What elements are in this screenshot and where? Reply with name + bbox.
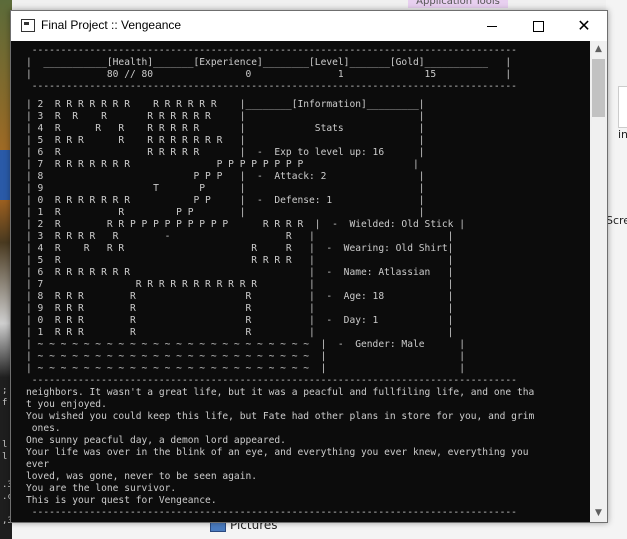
scroll-up-button[interactable]: ▲ bbox=[590, 41, 607, 58]
minimize-button[interactable] bbox=[469, 11, 515, 41]
console-app-icon bbox=[21, 19, 35, 32]
file-label[interactable]: intr bbox=[618, 128, 627, 141]
scrollbar-thumb[interactable] bbox=[592, 59, 605, 117]
story-line: ever bbox=[26, 459, 50, 470]
application-tools-tab[interactable]: Application Tools bbox=[408, 0, 508, 8]
code-text: f bbox=[2, 398, 8, 408]
map-row: | ~ ~ ~ ~ ~ ~ ~ ~ ~ ~ ~ ~ ~ ~ ~ ~ ~ ~ ~ … bbox=[26, 351, 465, 362]
map-row: | 5 R R R R R R R R R R R | | bbox=[26, 135, 425, 146]
status-line: | 80 // 80 0 1 15 | bbox=[26, 69, 512, 80]
code-text: l bbox=[2, 440, 8, 450]
code-text: l bbox=[2, 452, 8, 462]
maximize-icon bbox=[532, 20, 544, 32]
story-line: You are the lone survivor. bbox=[26, 483, 177, 494]
map-row: | 6 R R R R R R | - Exp to level up: 16 … bbox=[26, 147, 425, 158]
background-explorer-ribbon: Application Tools bbox=[0, 0, 627, 10]
map-row: | 9 R R R R R | | bbox=[26, 303, 454, 314]
console-output[interactable]: ----------------------------------------… bbox=[11, 41, 590, 522]
maximize-button[interactable] bbox=[515, 11, 561, 41]
close-button[interactable]: ✕ bbox=[561, 11, 607, 41]
map-row: | 2 R R R P P P P P P P P P R R R R | - … bbox=[26, 219, 465, 230]
map-row: | 9 T P | | bbox=[26, 183, 425, 194]
file-label[interactable]: Scre bbox=[606, 214, 627, 227]
map-row: | 5 R R R R R | | bbox=[26, 255, 454, 266]
map-row: | 0 R R R R R R R P P | - Defense: 1 | bbox=[26, 195, 425, 206]
story-line: ----------------------------------------… bbox=[26, 375, 517, 386]
window-title: Final Project :: Vengeance bbox=[41, 18, 182, 32]
map-row: | 3 R R R R R - R | | bbox=[26, 231, 454, 242]
map-row: | 7 R R R R R R R R R R R | | bbox=[26, 279, 454, 290]
story-line: This is your quest for Vengeance. bbox=[26, 495, 217, 506]
background-file-explorer: intr Scre bbox=[606, 0, 627, 539]
scroll-down-button[interactable]: ▼ bbox=[590, 505, 607, 522]
story-line: ----------------------------------------… bbox=[26, 507, 517, 518]
story-line: loved, was gone, never to be seen again. bbox=[26, 471, 258, 482]
status-line: ----------------------------------------… bbox=[26, 45, 517, 56]
close-icon: ✕ bbox=[577, 16, 591, 35]
map-row: | 1 R R R R R | | bbox=[26, 327, 454, 338]
map-row: | 8 P P P | - Attack: 2 | bbox=[26, 171, 425, 182]
story-line: One sunny peacful day, a demon lord appe… bbox=[26, 435, 286, 446]
vertical-scrollbar[interactable]: ▲ ▼ bbox=[590, 41, 607, 522]
story-line: ones. bbox=[26, 423, 61, 434]
code-text: ; bbox=[2, 386, 8, 396]
map-row: | 0 R R R R R | - Day: 1 | bbox=[26, 315, 454, 326]
minimize-icon bbox=[487, 25, 497, 27]
console-window[interactable]: Final Project :: Vengeance ✕ -----------… bbox=[10, 10, 608, 523]
map-row: | 6 R R R R R R R | - Name: Atlassian | bbox=[26, 267, 454, 278]
map-row: | 4 R R R R R R | - Wearing: Old Shirt| bbox=[26, 243, 454, 254]
map-row: | 3 R R R R R R R R R | | bbox=[26, 111, 425, 122]
status-line: | ___________[Health]_______[Experience]… bbox=[26, 57, 512, 68]
map-row: | 2 R R R R R R R R R R R R R |________[… bbox=[26, 99, 425, 110]
map-row: | 8 R R R R R | - Age: 18 | bbox=[26, 291, 454, 302]
story-line: t you enjoyed. bbox=[26, 399, 107, 410]
story-line: You wished you could keep this life, but… bbox=[26, 411, 535, 422]
story-line: neighbors. It wasn't a great life, but i… bbox=[26, 387, 535, 398]
map-row: | 7 R R R R R R R P P P P P P P P | bbox=[26, 159, 419, 170]
file-thumbnail[interactable] bbox=[618, 86, 627, 128]
map-row: | ~ ~ ~ ~ ~ ~ ~ ~ ~ ~ ~ ~ ~ ~ ~ ~ ~ ~ ~ … bbox=[26, 339, 465, 350]
story-line: Your life was over in the blink of an ey… bbox=[26, 447, 529, 458]
map-row: | 4 R R R R R R R R | Stats | bbox=[26, 123, 425, 134]
map-row: | ~ ~ ~ ~ ~ ~ ~ ~ ~ ~ ~ ~ ~ ~ ~ ~ ~ ~ ~ … bbox=[26, 363, 465, 374]
title-bar[interactable]: Final Project :: Vengeance ✕ bbox=[11, 11, 607, 41]
map-row: | 1 R R P P | | bbox=[26, 207, 425, 218]
status-line: ----------------------------------------… bbox=[26, 81, 517, 92]
